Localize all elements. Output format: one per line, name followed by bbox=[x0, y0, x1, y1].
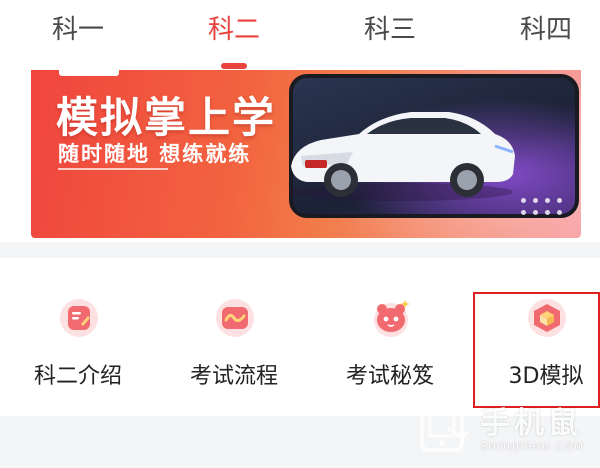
tab-ke-er[interactable]: 科二 bbox=[194, 10, 274, 50]
tab-ke-yi[interactable]: 科一 bbox=[38, 10, 118, 50]
tab-ke-san[interactable]: 科三 bbox=[350, 10, 430, 50]
shortcut-exam-tips[interactable]: 考试秘笈 bbox=[315, 258, 465, 416]
shortcut-intro[interactable]: 科二介绍 bbox=[3, 258, 153, 416]
subject-tab-bar: 科一 科二 科三 科四 bbox=[0, 0, 600, 70]
shortcut-intro-label: 科二介绍 bbox=[33, 364, 122, 389]
car-illustration bbox=[289, 112, 515, 201]
watermark-logo-icon bbox=[420, 400, 470, 452]
shortcut-exam-tips-label: 考试秘笈 bbox=[345, 364, 434, 389]
document-edit-icon bbox=[60, 299, 98, 337]
site-watermark: 手机鼠 SHOUJISHU.COM bbox=[418, 396, 598, 464]
watermark-text: 手机鼠 bbox=[480, 406, 582, 441]
highlight-box bbox=[473, 292, 600, 408]
shortcut-exam-process[interactable]: 考试流程 bbox=[159, 258, 309, 416]
banner-top-tag bbox=[59, 70, 119, 76]
active-tab-indicator bbox=[221, 63, 247, 69]
tab-ke-si[interactable]: 科四 bbox=[506, 10, 586, 50]
flow-wave-icon bbox=[216, 299, 254, 337]
banner-section: 模拟掌上学 随时随地 想练就练 bbox=[0, 70, 600, 242]
banner-title: 模拟掌上学 bbox=[56, 93, 277, 142]
banner-dot-pattern bbox=[521, 198, 571, 228]
mascot-face-icon bbox=[374, 300, 410, 337]
promo-banner[interactable]: 模拟掌上学 随时随地 想练就练 bbox=[31, 70, 581, 238]
banner-underline bbox=[58, 168, 168, 170]
shortcut-exam-process-label: 考试流程 bbox=[189, 364, 278, 389]
watermark-subtext: SHOUJISHU.COM bbox=[480, 440, 585, 453]
banner-subtitle: 随时随地 想练就练 bbox=[58, 142, 252, 166]
